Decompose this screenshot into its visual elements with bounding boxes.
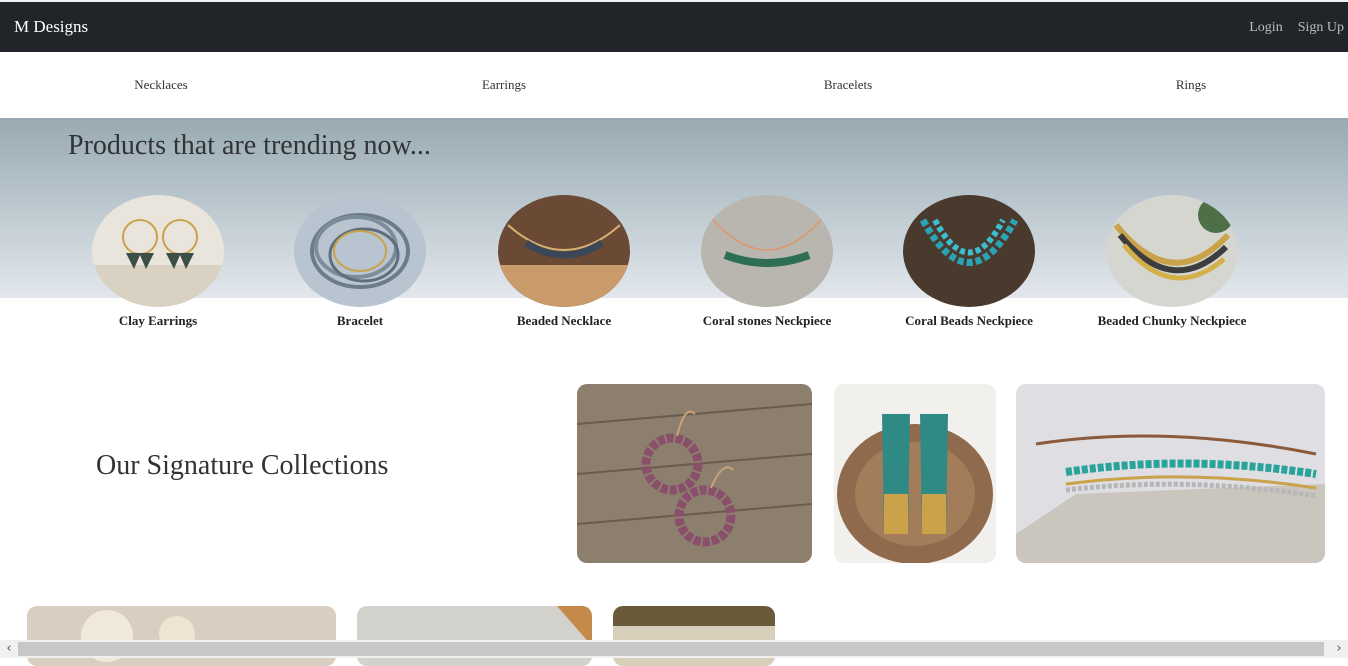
auth-links: Login Sign Up	[1249, 20, 1344, 36]
product-image	[903, 195, 1035, 307]
login-link[interactable]: Login	[1249, 20, 1282, 36]
product-card[interactable]: Beaded Necklace	[474, 195, 654, 329]
brand-logo[interactable]: M Designs	[14, 17, 88, 37]
scroll-right-icon[interactable]: ›	[1330, 640, 1348, 658]
product-image	[498, 195, 630, 307]
scroll-left-icon[interactable]: ‹	[0, 640, 18, 658]
product-image	[92, 195, 224, 307]
horizontal-scrollbar[interactable]: ‹ ›	[0, 640, 1348, 658]
category-necklaces[interactable]: Necklaces	[134, 77, 187, 93]
signature-title: Our Signature Collections	[96, 450, 389, 481]
product-name: Beaded Necklace	[516, 313, 612, 328]
product-name: Clay Earrings	[118, 313, 198, 328]
collection-image[interactable]	[834, 384, 996, 563]
product-image	[1106, 195, 1238, 307]
scrollbar-thumb[interactable]	[18, 642, 1324, 656]
category-nav: Necklaces Earrings Bracelets Rings	[0, 52, 1348, 118]
product-card[interactable]: Coral Beads Neckpiece	[879, 195, 1059, 329]
product-card[interactable]: Coral stones Neckpiece	[677, 195, 857, 329]
category-rings[interactable]: Rings	[1176, 77, 1206, 93]
product-card[interactable]: Beaded Chunky Neckpiece	[1082, 195, 1262, 329]
product-card[interactable]: Bracelet	[270, 195, 450, 329]
product-name: Bracelet	[336, 313, 384, 328]
collection-image[interactable]	[577, 384, 812, 563]
category-bracelets[interactable]: Bracelets	[824, 77, 872, 93]
product-image	[294, 195, 426, 307]
product-card[interactable]: Clay Earrings	[68, 195, 248, 329]
collection-image[interactable]	[1016, 384, 1325, 563]
product-name: Beaded Chunky Neckpiece	[1097, 313, 1247, 328]
product-image	[701, 195, 833, 307]
product-name: Coral Beads Neckpiece	[905, 313, 1033, 328]
trending-title: Products that are trending now...	[68, 130, 431, 161]
product-name: Coral stones Neckpiece	[702, 313, 832, 328]
top-navbar: M Designs Login Sign Up	[0, 0, 1348, 52]
signup-link[interactable]: Sign Up	[1298, 20, 1344, 36]
category-earrings[interactable]: Earrings	[482, 77, 526, 93]
